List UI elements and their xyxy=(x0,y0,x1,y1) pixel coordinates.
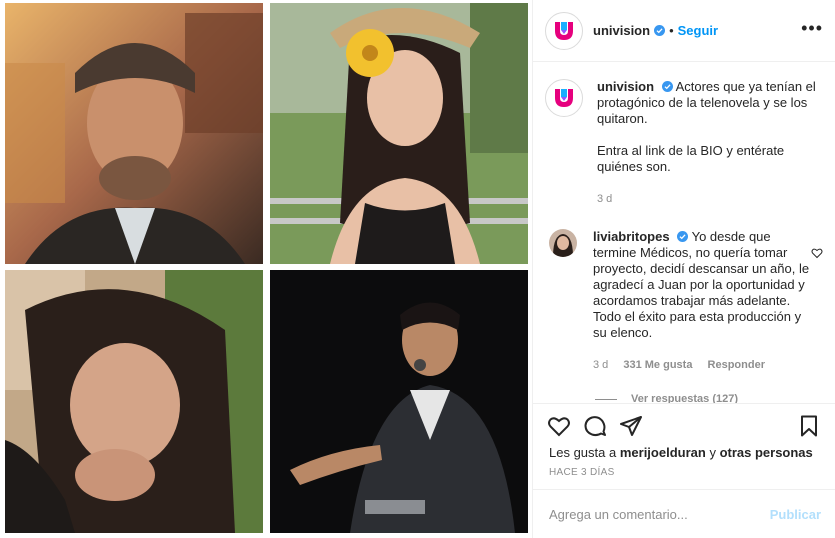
post-timestamp[interactable]: HACE 3 DÍAS xyxy=(533,467,835,478)
comment-body: liviabritopes Yo desde que termine Médic… xyxy=(593,229,815,373)
comment-meta: 3 d 331 Me gusta Responder xyxy=(593,357,815,373)
verified-badge-icon xyxy=(661,81,673,92)
separator-dot: • xyxy=(669,23,674,38)
author-avatar[interactable] xyxy=(545,11,583,50)
comment-like-heart-icon[interactable] xyxy=(811,247,823,259)
comments-section[interactable]: univision Actores que ya tenían el prota… xyxy=(533,63,835,403)
caption-author[interactable]: univision xyxy=(597,79,654,94)
action-bar xyxy=(533,404,835,448)
post-actions-section: Les gusta a merijoelduran y otras person… xyxy=(533,403,835,478)
instagram-post: univision • Seguir ••• univision Actores… xyxy=(0,0,835,538)
post-caption: univision Actores que ya tenían el prota… xyxy=(533,63,835,207)
caption-age[interactable]: 3 d xyxy=(597,193,612,205)
photo-singer-charro xyxy=(270,270,528,533)
comment-author[interactable]: liviabritopes xyxy=(593,229,670,244)
save-bookmark-icon[interactable] xyxy=(797,414,821,438)
more-options-icon[interactable]: ••• xyxy=(801,18,823,39)
caption-meta: 3 d xyxy=(597,191,819,207)
photo-woman-hat-flower xyxy=(270,3,528,264)
univision-logo-icon xyxy=(555,89,573,107)
replies-divider-line xyxy=(595,398,617,400)
univision-logo-icon xyxy=(555,21,573,40)
comment-bubble-icon[interactable] xyxy=(583,414,607,438)
author-username[interactable]: univision xyxy=(593,23,650,38)
view-replies-button[interactable]: Ver respuestas (127) xyxy=(595,393,835,403)
comment-input[interactable]: Agrega un comentario... xyxy=(549,507,770,522)
photo-woman-chin-hand xyxy=(5,270,263,533)
view-replies-label: Ver respuestas (127) xyxy=(631,393,739,403)
comment-likes[interactable]: 331 Me gusta xyxy=(623,359,692,371)
add-comment-bar: Agrega un comentario... Publicar xyxy=(533,489,835,538)
follow-button[interactable]: Seguir xyxy=(678,23,718,38)
post-side-panel: univision • Seguir ••• univision Actores… xyxy=(533,0,835,538)
photo-man-cap xyxy=(5,3,263,264)
post-header: univision • Seguir ••• xyxy=(533,0,835,62)
verified-badge-icon xyxy=(654,25,666,36)
caption-text-2: Entra al link de la BIO y entérate quién… xyxy=(597,143,785,174)
verified-badge-icon xyxy=(677,231,689,242)
share-paper-plane-icon[interactable] xyxy=(619,414,643,438)
caption-body: univision Actores que ya tenían el prota… xyxy=(597,79,819,207)
comment-text: Yo desde que termine Médicos, no quería … xyxy=(593,229,810,340)
publish-button[interactable]: Publicar xyxy=(770,507,821,522)
reply-button[interactable]: Responder xyxy=(708,359,765,371)
comment-age[interactable]: 3 d xyxy=(593,359,608,371)
like-heart-icon[interactable] xyxy=(547,414,571,438)
post-media[interactable] xyxy=(0,0,533,538)
comment-item: liviabritopes Yo desde que termine Médic… xyxy=(533,207,835,373)
caption-avatar[interactable] xyxy=(545,79,583,117)
commenter-avatar[interactable] xyxy=(549,229,577,257)
